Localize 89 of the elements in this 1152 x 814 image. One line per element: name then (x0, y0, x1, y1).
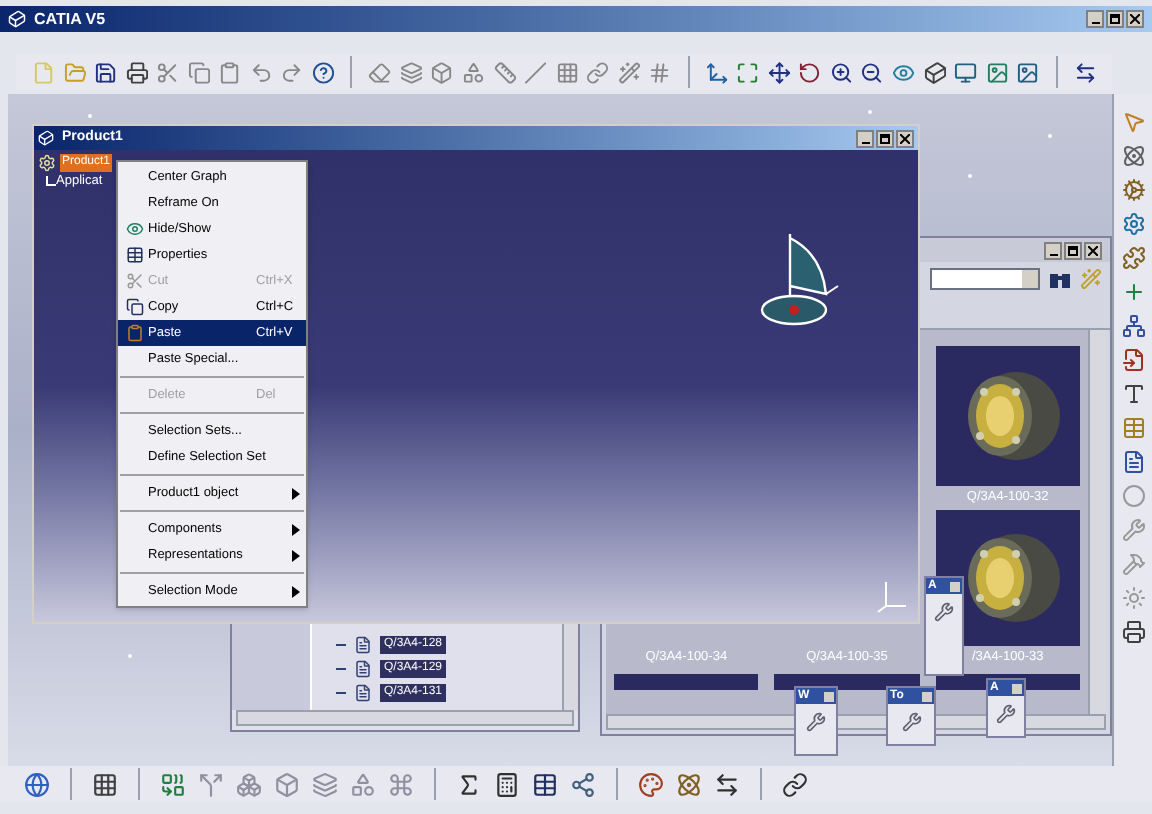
maximize-button[interactable] (1064, 241, 1082, 259)
layers-icon[interactable] (399, 59, 423, 85)
copy-icon (125, 298, 143, 316)
properties-icon (125, 246, 143, 264)
formula-icon[interactable] (456, 771, 482, 797)
atom-icon[interactable] (676, 771, 702, 797)
dropdown-field[interactable] (930, 267, 1040, 289)
print-icon[interactable] (1121, 620, 1145, 644)
submenu-arrow-icon (292, 549, 300, 561)
submenu-arrow-icon (292, 487, 300, 499)
view-icon[interactable] (892, 59, 916, 85)
clipboard-icon[interactable] (218, 59, 242, 85)
axis-icon[interactable] (705, 59, 729, 85)
swap-icon[interactable] (714, 771, 740, 797)
scrollbar[interactable] (236, 710, 574, 726)
app-icon (8, 10, 26, 28)
box-icon[interactable] (430, 59, 454, 85)
fit-all-icon[interactable] (736, 59, 760, 85)
panel-column (232, 624, 312, 710)
wand-icon[interactable] (617, 59, 641, 85)
wrench-icon[interactable] (996, 704, 1016, 724)
table-icon[interactable] (532, 771, 558, 797)
file-input-icon[interactable] (1121, 348, 1145, 372)
assembly-icon[interactable] (1121, 144, 1145, 168)
minimize-button[interactable] (856, 129, 874, 147)
axis-icon (874, 578, 910, 614)
shapes-icon[interactable] (462, 59, 486, 85)
combine-icon[interactable] (160, 771, 186, 797)
scissors-icon (125, 272, 143, 290)
puzzle-icon[interactable] (1121, 246, 1145, 270)
line-icon[interactable] (524, 59, 548, 85)
thumbnail-tile[interactable] (614, 674, 759, 690)
shapes-icon[interactable] (350, 771, 376, 797)
scrollbar[interactable] (1088, 330, 1106, 714)
box-icon[interactable] (274, 771, 300, 797)
palette-icon[interactable] (638, 771, 664, 797)
help-icon[interactable] (311, 59, 335, 85)
window-title: CATIA V5 (34, 7, 106, 31)
hide-show-icon (125, 220, 143, 238)
copy-icon[interactable] (187, 59, 211, 85)
share-icon[interactable] (570, 771, 596, 797)
gear-icon[interactable] (1121, 178, 1145, 202)
image-icon[interactable] (1016, 59, 1040, 85)
plus-icon[interactable] (1121, 280, 1145, 304)
save-icon[interactable] (94, 59, 118, 85)
swap-icon[interactable] (1073, 59, 1097, 85)
calculator-icon[interactable] (494, 771, 520, 797)
grid-icon[interactable] (92, 771, 118, 797)
eraser-icon[interactable] (368, 59, 392, 85)
split-icon[interactable] (198, 771, 224, 797)
document-icon (354, 636, 372, 654)
text-icon[interactable] (1121, 382, 1145, 406)
maximize-button[interactable] (876, 129, 894, 147)
wrench-icon[interactable] (901, 712, 921, 732)
link-icon[interactable] (782, 771, 808, 797)
wrench-icon[interactable] (806, 712, 826, 732)
maximize-button[interactable] (1106, 10, 1124, 28)
layers-icon[interactable] (312, 771, 338, 797)
image-icon[interactable] (985, 59, 1009, 85)
scrollbar[interactable] (562, 624, 578, 710)
hash-icon[interactable] (648, 59, 672, 85)
close-button[interactable] (1084, 241, 1102, 259)
document-icon (354, 660, 372, 678)
undo-icon[interactable] (249, 59, 273, 85)
minimize-button[interactable] (1086, 10, 1104, 28)
command-icon[interactable] (388, 771, 414, 797)
zoom-in-icon[interactable] (829, 59, 853, 85)
submenu-arrow-icon (292, 523, 300, 535)
document-icon (354, 684, 372, 702)
wrench-icon[interactable] (934, 602, 954, 622)
pointer-icon[interactable] (1121, 110, 1145, 134)
gear-icon[interactable] (1121, 212, 1145, 236)
network-icon[interactable] (1121, 314, 1145, 338)
zoom-out-icon[interactable] (860, 59, 884, 85)
redo-icon[interactable] (280, 59, 304, 85)
pan-icon[interactable] (767, 59, 791, 85)
minimize-button[interactable] (1044, 241, 1062, 259)
render-icon[interactable] (954, 59, 978, 85)
cube-icon[interactable] (923, 59, 947, 85)
submenu-arrow-icon (292, 585, 300, 597)
paste-icon (125, 324, 143, 342)
globe-icon[interactable] (24, 771, 50, 797)
close-button[interactable] (896, 129, 914, 147)
rotate-icon[interactable] (798, 59, 822, 85)
print-icon[interactable] (125, 59, 149, 85)
document-icon[interactable] (1121, 450, 1145, 474)
boxes-icon[interactable] (236, 771, 262, 797)
close-button[interactable] (1126, 10, 1144, 28)
ruler-icon[interactable] (493, 59, 517, 85)
